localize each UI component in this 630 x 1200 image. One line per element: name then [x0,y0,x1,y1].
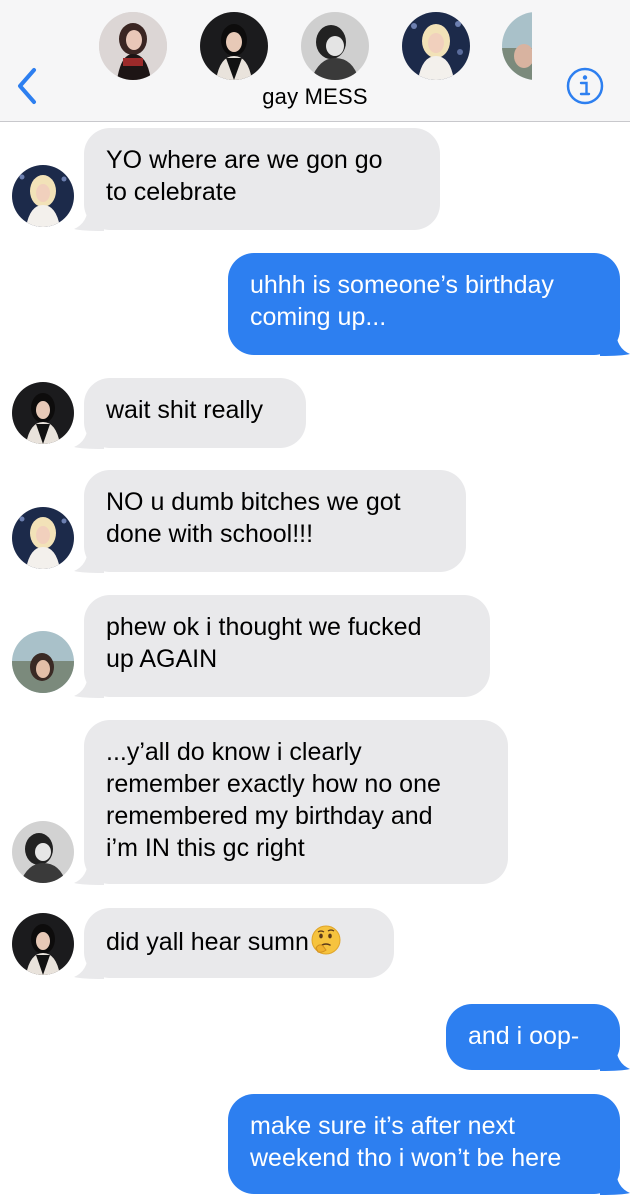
member-avatar-2[interactable] [200,12,268,80]
message-bubble-incoming[interactable]: NO u dumb bitches we got done with schoo… [74,470,466,573]
message-line: uhhh is someone’s birthday [250,271,554,299]
message-line: to celebrate [106,178,237,206]
message-bubble-outgoing[interactable]: make sure it’s after next weekend tho i … [228,1094,630,1195]
dark-hair-member-avatar [12,913,74,975]
message-line: YO where are we gon go [106,146,383,174]
message-line: coming up... [250,303,387,331]
message-line: up AGAIN [106,645,218,673]
message-line: wait shit really [106,396,263,424]
member-avatar-5[interactable] [502,12,532,80]
blonde-member-avatar [12,507,74,569]
member-avatar-1[interactable] [99,12,167,80]
message-bubble-outgoing[interactable]: and i oop- [446,1004,630,1071]
message-line: phew ok i thought we fucked [106,613,422,641]
message-line: make sure it’s after next [250,1112,515,1140]
bubble-tail [74,547,104,573]
sender-avatar[interactable] [12,165,74,227]
bubble-tail [74,672,104,698]
sender-avatar[interactable] [12,507,74,569]
message-bubble-incoming[interactable]: YO where are we gon go to celebrate [74,128,440,231]
info-icon [566,67,604,105]
message-text: did yall hear sumn [106,928,309,956]
message-line: remembered my birthday and [106,802,433,830]
bubble-tail [74,953,104,979]
member-avatar-3[interactable] [301,12,369,80]
message-line: weekend tho i won’t be here [250,1144,562,1172]
outdoor-member-avatar [12,631,74,693]
message-line: did yall hear sumn [106,924,372,958]
sender-avatar[interactable] [12,913,74,975]
bubble-tail [74,859,104,885]
message-line: ...y’all do know i clearly [106,738,362,766]
dark-hair-member-avatar [12,382,74,444]
message-line: NO u dumb bitches we got [106,488,401,516]
group-avatars[interactable] [0,0,630,80]
message-line: i’m IN this gc right [106,834,305,862]
bubble-tail [600,330,630,356]
member-avatar-4[interactable] [402,12,470,80]
conversation-header: gay MESS [0,0,630,122]
message-line: done with school!!! [106,520,314,548]
bubble-tail [600,1045,630,1071]
group-title[interactable]: gay MESS [0,84,630,110]
message-bubble-incoming[interactable]: wait shit really [74,378,306,449]
bubble-tail [74,205,104,231]
message-line: and i oop- [468,1022,580,1050]
sender-avatar[interactable] [12,821,74,883]
sender-avatar[interactable] [12,631,74,693]
sender-avatar[interactable] [12,382,74,444]
message-line: remember exactly how no one [106,770,441,798]
bubble-tail [600,1169,630,1195]
bw-member-avatar [12,821,74,883]
message-bubble-incoming[interactable]: did yall hear sumn [74,908,394,979]
message-bubble-outgoing[interactable]: uhhh is someone’s birthday coming up... [228,253,630,356]
info-button[interactable] [565,66,605,106]
thinking-face-emoji-icon [311,925,341,955]
message-bubble-incoming[interactable]: ...y’all do know i clearly remember exac… [74,720,508,885]
bubble-tail [74,423,104,449]
blonde-member-avatar [12,165,74,227]
message-bubble-incoming[interactable]: phew ok i thought we fucked up AGAIN [74,595,490,698]
